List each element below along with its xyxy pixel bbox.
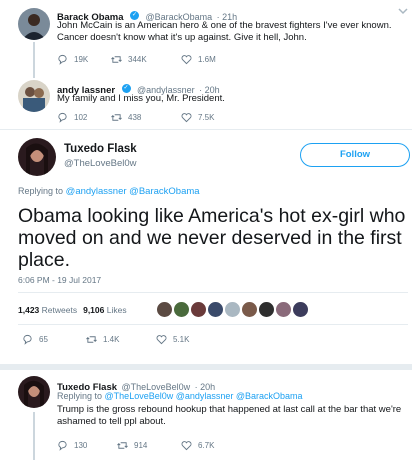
tweet-text: My family and I miss you, Mr. President. [57, 93, 225, 104]
avatar[interactable] [208, 302, 223, 317]
retweet-icon [117, 442, 128, 449]
reply-button[interactable]: 19K [57, 54, 97, 65]
tweet-text: John McCain is an American hero & one of… [57, 20, 392, 43]
reply-icon [23, 334, 32, 345]
avatar[interactable] [174, 302, 189, 317]
like-count: 1.6M [198, 55, 216, 64]
retweet-button[interactable]: 914 [117, 440, 167, 451]
replying-to-link[interactable]: @TheLoveBel0w @andylassner @BarackObama [105, 391, 303, 401]
avatar[interactable] [157, 302, 172, 317]
main-tweet-text: Obama looking like America's hot ex-girl… [18, 205, 406, 271]
reply-count: 102 [74, 113, 88, 122]
heart-icon [181, 441, 192, 451]
like-count: 7.5K [198, 113, 215, 122]
likers-avatars [157, 302, 310, 317]
reply-icon [58, 440, 67, 451]
reply-count: 19K [74, 55, 89, 64]
replying-to: Replying to @TheLoveBel0w @andylassner @… [57, 391, 303, 401]
retweet-icon [86, 336, 97, 343]
replying-to: Replying to @andylassner @BarackObama [18, 186, 200, 197]
chevron-down-icon[interactable] [398, 7, 408, 15]
like-button[interactable]: 7.5K [181, 112, 214, 123]
verified-icon: ✓ [121, 84, 131, 94]
avatar[interactable] [18, 8, 50, 40]
reply-button[interactable]: 130 [57, 440, 103, 451]
like-count: 5.1K [173, 335, 190, 344]
divider [18, 292, 408, 293]
reply-count: 65 [39, 335, 48, 344]
reply-button[interactable]: 102 [57, 112, 97, 123]
reply-icon [58, 54, 67, 65]
avatar[interactable] [18, 80, 50, 112]
retweet-button[interactable]: 344K [111, 54, 167, 65]
like-count: 6.7K [198, 441, 215, 450]
retweet-button[interactable]: 438 [111, 112, 167, 123]
heart-icon [156, 335, 167, 345]
avatar[interactable] [191, 302, 206, 317]
avatar[interactable] [18, 138, 56, 176]
divider [18, 324, 408, 325]
divider [0, 129, 412, 130]
retweet-button[interactable]: 1.4K [86, 334, 142, 345]
like-button[interactable]: 1.6M [181, 54, 216, 65]
reply-count: 130 [74, 441, 88, 450]
author-handle[interactable]: @TheLoveBel0w [64, 158, 137, 169]
retweet-count: 1.4K [103, 335, 120, 344]
avatar[interactable] [242, 302, 257, 317]
author-name[interactable]: Tuxedo Flask [64, 143, 137, 155]
retweet-icon [111, 56, 122, 63]
avatar[interactable] [18, 376, 50, 408]
tweet-obama[interactable]: Barack Obama ✓ @BarackObama · 21h John M… [0, 0, 412, 78]
retweet-count: 344K [128, 55, 147, 64]
replying-to-link[interactable]: @andylassner @BarackObama [66, 186, 200, 197]
heart-icon [181, 55, 192, 65]
retweet-count: 914 [134, 441, 148, 450]
follow-button[interactable]: Follow [300, 143, 410, 167]
thread-line [33, 42, 35, 78]
like-button[interactable]: 5.1K [156, 334, 189, 345]
heart-icon [181, 113, 192, 123]
tweet-reply[interactable]: Tuxedo Flask @TheLoveBel0w · 20h Replyin… [0, 370, 412, 460]
tweet-text: Trump is the gross rebound hookup that h… [57, 404, 402, 427]
avatar[interactable] [225, 302, 240, 317]
avatar[interactable] [259, 302, 274, 317]
likes-stat[interactable]: 9,106 Likes [83, 305, 127, 315]
tweet-timestamp[interactable]: 6:06 PM - 19 Jul 2017 [18, 275, 101, 285]
retweet-count: 438 [128, 113, 142, 122]
thread-line [33, 412, 35, 460]
tweet-andy[interactable]: andy lassner ✓ @andylassner · 20h My fam… [0, 76, 412, 128]
retweet-icon [111, 114, 122, 121]
retweets-stat[interactable]: 1,423 Retweets [18, 305, 77, 315]
reply-button[interactable]: 65 [22, 334, 72, 345]
avatar[interactable] [276, 302, 291, 317]
avatar[interactable] [293, 302, 308, 317]
like-button[interactable]: 6.7K [181, 440, 214, 451]
verified-icon: ✓ [130, 11, 139, 21]
reply-icon [58, 112, 67, 123]
